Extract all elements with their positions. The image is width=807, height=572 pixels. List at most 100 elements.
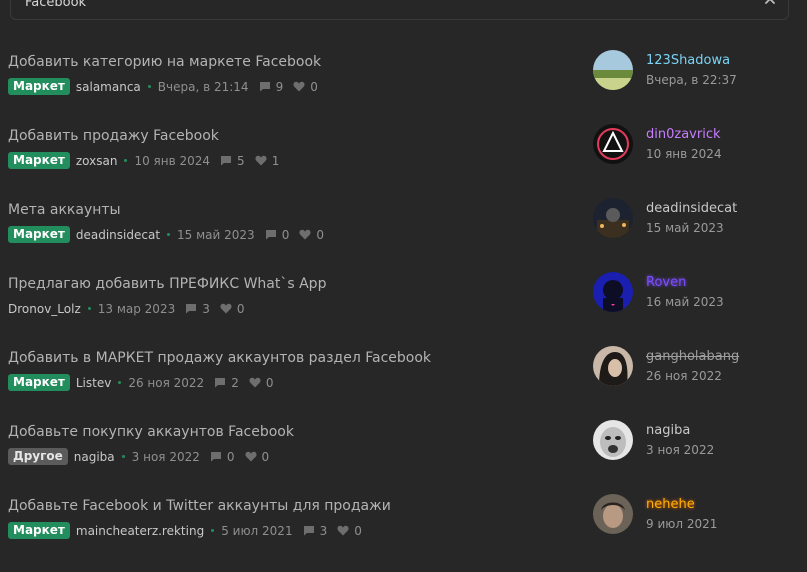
thread-author[interactable]: nagiba [74, 450, 115, 464]
separator-dot [211, 529, 215, 532]
likes-stat: 0 [220, 302, 245, 316]
thread-title[interactable]: Добавить категорию на маркете Facebook [8, 54, 321, 70]
last-post-user[interactable]: nagiba [646, 423, 690, 438]
thread-item: Предлагаю добавить ПРЕФИКС What`s App Dr… [0, 272, 807, 350]
likes-stat: 0 [244, 449, 270, 464]
thread-title[interactable]: Мета аккаунты [8, 202, 121, 218]
last-post-date: Вчера, в 22:37 [646, 73, 737, 87]
thread-meta: Маркет Listev 26 ноя 2022 2 0 [8, 374, 283, 391]
thread-title[interactable]: Предлагаю добавить ПРЕФИКС What`s App [8, 276, 326, 292]
last-post-user[interactable]: 123Shadowa [646, 53, 730, 68]
last-post-user[interactable]: deadinsidecat [646, 201, 737, 216]
likes-count: 1 [271, 153, 280, 168]
avatar[interactable] [593, 124, 633, 164]
likes-count: 0 [265, 375, 274, 390]
heart-icon [293, 81, 305, 92]
avatar[interactable] [593, 198, 633, 238]
replies-stat: 0 [265, 227, 290, 242]
thread-meta: Маркет maincheaterz.rekting 5 июл 2021 3… [8, 522, 372, 539]
likes-count: 0 [261, 449, 270, 464]
thread-date: 26 ноя 2022 [128, 375, 205, 390]
thread-meta: Маркет salamanca Вчера, в 21:14 9 0 [8, 78, 328, 95]
replies-count: 2 [231, 375, 239, 390]
thread-meta: Dronov_Lolz 13 мар 2023 3 0 [8, 300, 255, 317]
thread-date: 3 ноя 2022 [131, 449, 200, 464]
separator-dot [121, 455, 125, 458]
replies-stat: 2 [214, 376, 239, 390]
replies-stat: 9 [259, 79, 284, 94]
separator-dot [118, 381, 122, 384]
heart-icon [244, 451, 257, 462]
likes-count: 0 [310, 79, 318, 94]
thread-author[interactable]: salamanca [76, 80, 141, 94]
last-post-date: 3 ноя 2022 [646, 443, 715, 457]
last-post-user[interactable]: gangholabang [646, 349, 739, 364]
replies-count: 0 [281, 227, 290, 242]
thread-title[interactable]: Добавить в МАРКЕТ продажу аккаунтов разд… [8, 350, 431, 366]
thread-date: 5 июл 2021 [221, 523, 293, 538]
comment-icon [221, 156, 232, 166]
likes-count: 0 [236, 301, 245, 316]
last-post-date: 26 ноя 2022 [646, 369, 722, 383]
replies-stat: 5 [220, 154, 245, 168]
thread-date: Вчера, в 21:14 [157, 79, 249, 94]
separator-dot [167, 233, 171, 236]
last-post-user[interactable]: din0zavrick [646, 127, 721, 142]
last-post-user[interactable]: nehehe [646, 497, 695, 512]
heart-icon [337, 525, 349, 536]
replies-stat: 3 [303, 523, 328, 538]
likes-count: 0 [354, 523, 362, 538]
avatar[interactable] [593, 420, 633, 460]
prefix-badge[interactable]: Маркет [8, 522, 70, 539]
thread-title[interactable]: Добавить продажу Facebook [8, 128, 219, 144]
avatar[interactable] [593, 346, 633, 386]
separator-dot [147, 85, 151, 88]
thread-meta: Маркет deadinsidecat 15 май 2023 0 0 [8, 226, 334, 243]
thread-item: Добавьте покупку аккаунтов Facebook Друг… [0, 420, 807, 498]
avatar[interactable] [593, 494, 633, 534]
search-input[interactable]: Facebook [10, 0, 789, 20]
replies-count: 9 [275, 79, 284, 94]
avatar[interactable] [593, 272, 633, 312]
thread-date: 10 янв 2024 [134, 153, 211, 168]
comment-icon [186, 304, 197, 314]
replies-stat: 0 [210, 450, 235, 464]
thread-item: Добавить продажу Facebook Маркет zoxsan … [0, 124, 807, 202]
thread-title[interactable]: Добавьте Facebook и Twitter аккаунты для… [8, 498, 391, 514]
prefix-badge[interactable]: Маркет [8, 78, 70, 95]
comment-icon [210, 452, 221, 462]
search-query[interactable]: Facebook [25, 0, 86, 10]
separator-dot [87, 307, 91, 310]
thread-author[interactable]: zoxsan [76, 154, 118, 168]
thread-item: Мета аккаунты Маркет deadinsidecat 15 ма… [0, 198, 807, 276]
separator-dot [124, 159, 128, 162]
last-post-date: 9 июл 2021 [646, 517, 718, 531]
thread-author[interactable]: Dronov_Lolz [8, 302, 81, 316]
replies-stat: 3 [185, 302, 210, 316]
prefix-badge[interactable]: Маркет [8, 374, 70, 391]
likes-stat: 0 [299, 228, 324, 242]
last-post-date: 16 май 2023 [646, 295, 724, 309]
comment-icon [265, 230, 276, 240]
thread-author[interactable]: maincheaterz.rekting [76, 524, 204, 538]
thread-meta: Маркет zoxsan 10 янв 2024 5 1 [8, 152, 289, 169]
prefix-badge[interactable]: Маркет [8, 226, 70, 243]
last-post-date: 10 янв 2024 [646, 147, 722, 161]
replies-count: 3 [202, 301, 210, 316]
likes-stat: 1 [255, 153, 280, 168]
last-post-date: 15 май 2023 [646, 221, 724, 235]
comment-icon [215, 378, 226, 388]
avatar[interactable] [593, 50, 633, 90]
likes-stat: 0 [249, 375, 274, 390]
thread-meta: Другое nagiba 3 ноя 2022 0 0 [8, 448, 279, 465]
thread-author[interactable]: deadinsidecat [76, 228, 160, 242]
heart-icon [220, 303, 232, 314]
prefix-badge[interactable]: Другое [8, 448, 68, 465]
heart-icon [255, 155, 267, 166]
thread-title[interactable]: Добавьте покупку аккаунтов Facebook [8, 424, 294, 440]
replies-count: 3 [319, 523, 328, 538]
prefix-badge[interactable]: Маркет [8, 152, 70, 169]
thread-author[interactable]: Listev [76, 376, 111, 390]
close-icon[interactable] [764, 0, 776, 5]
last-post-user[interactable]: Roven [646, 275, 686, 290]
